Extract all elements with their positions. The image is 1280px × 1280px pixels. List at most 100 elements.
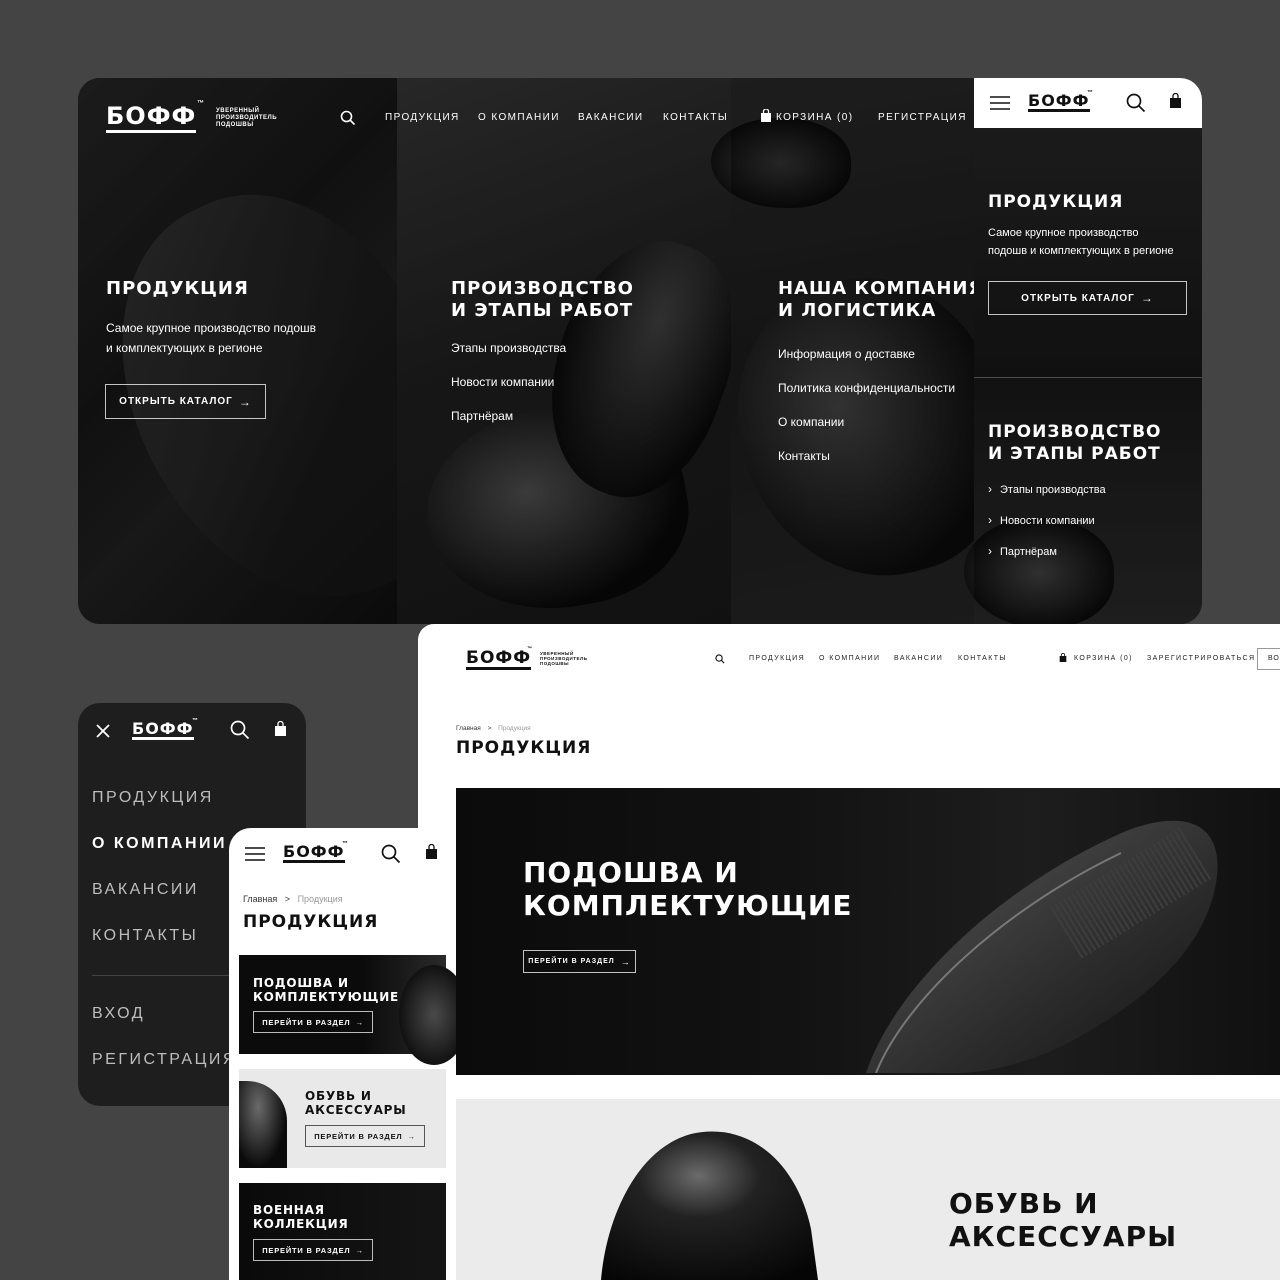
menu-item-about[interactable]: О компании (92, 835, 227, 853)
go-to-section-button[interactable]: Перейти в раздел → (253, 1239, 373, 1261)
sole-image (399, 965, 456, 1065)
link-partners[interactable]: › Партнёрам (988, 544, 1057, 558)
cart-icon[interactable] (760, 109, 772, 123)
banner-shoes[interactable]: Обувь и аксессуары (456, 1099, 1280, 1280)
cart-link[interactable]: Корзина (0) (776, 112, 853, 123)
card-soles-title: Подошва и комплектующие (253, 976, 400, 1004)
breadcrumb: Главная > Продукция (456, 725, 531, 732)
search-icon[interactable] (230, 720, 250, 740)
brand-tagline: Уверенный производитель подошвы (540, 651, 588, 666)
trademark: ™ (342, 841, 348, 847)
login-button[interactable]: Во (1257, 648, 1280, 670)
card-shoes[interactable]: Обувь и аксессуары Перейти в раздел → (239, 1069, 446, 1168)
breadcrumb-current: Продукция (297, 894, 343, 904)
trademark: ™ (192, 718, 198, 724)
hero-company-title: Наша компания и логистика (778, 278, 984, 321)
cart-icon[interactable] (1169, 93, 1182, 109)
card-military-title: Военная коллекция (253, 1203, 349, 1231)
menu-icon[interactable] (990, 96, 1010, 110)
link-partners[interactable]: Партнёрам (451, 409, 513, 423)
close-icon[interactable] (96, 724, 110, 738)
go-to-section-button[interactable]: Перейти в раздел → (253, 1011, 373, 1033)
menu-icon[interactable] (245, 847, 265, 861)
search-icon[interactable] (715, 654, 725, 664)
menu-item-register[interactable]: Регистрация (92, 1051, 237, 1069)
mobile-products-title: Продукция (988, 192, 1124, 212)
link-production-stages[interactable]: Этапы производства (451, 341, 566, 355)
link-contacts[interactable]: Контакты (778, 449, 830, 463)
arrow-right-icon: → (355, 1245, 364, 1255)
nav-about[interactable]: О компании (819, 655, 880, 662)
desktop-dark-hero: БОФФ ™ Уверенный производитель подошвы Про… (78, 78, 1202, 624)
go-to-section-button[interactable]: Перейти в раздел → (523, 950, 636, 973)
link-company-news[interactable]: › Новости компании (988, 513, 1095, 527)
cart-icon[interactable] (425, 844, 438, 860)
chevron-right-icon: › (988, 544, 992, 558)
sole-image (866, 820, 1218, 1073)
mobile-production-title: Производство и этапы работ (988, 422, 1162, 464)
search-icon[interactable] (381, 844, 401, 864)
brand-logo[interactable]: БОФФ (132, 721, 194, 740)
arrow-right-icon: → (407, 1131, 416, 1141)
search-icon[interactable] (1126, 93, 1146, 113)
arrow-right-icon: → (238, 394, 252, 409)
menu-item-contacts[interactable]: Контакты (92, 927, 198, 945)
mobile-dark-home: БОФФ ™ Продукция Самое крупное производс… (964, 78, 1202, 624)
search-icon[interactable] (340, 110, 356, 126)
menu-item-products[interactable]: Продукция (92, 789, 214, 807)
chevron-right-icon: › (988, 482, 992, 496)
nav-products[interactable]: Продукция (749, 655, 805, 662)
go-to-section-button[interactable]: Перейти в раздел → (305, 1125, 425, 1147)
arrow-right-icon: → (620, 956, 631, 967)
card-military[interactable]: Военная коллекция Перейти в раздел → (239, 1183, 446, 1280)
nav-contacts[interactable]: Контакты (958, 655, 1007, 662)
cart-icon[interactable] (274, 721, 287, 737)
banner-soles-title: Подошва и комплектующие (523, 856, 853, 922)
arrow-right-icon: → (355, 1017, 364, 1027)
open-catalog-button[interactable]: Открыть каталог → (105, 384, 266, 419)
mobile-header: БОФФ ™ (974, 78, 1202, 128)
menu-item-vacancies[interactable]: Вакансии (92, 881, 199, 899)
page-title: Продукция (243, 912, 379, 932)
page-title: Продукция (456, 738, 592, 758)
link-about[interactable]: О компании (778, 415, 844, 429)
trademark: ™ (1087, 90, 1093, 96)
cart-link[interactable]: Корзина (0) (1074, 655, 1133, 662)
register-link[interactable]: Регистрация (878, 112, 967, 123)
nav-contacts[interactable]: Контакты (663, 112, 728, 123)
menu-item-login[interactable]: Вход (92, 1005, 145, 1023)
link-delivery[interactable]: Информация о доставке (778, 347, 915, 361)
nav-vacancies[interactable]: Вакансии (578, 112, 644, 123)
breadcrumb-home[interactable]: Главная (243, 894, 277, 904)
card-shoes-title: Обувь и аксессуары (305, 1089, 407, 1117)
shoe-image (239, 1081, 287, 1168)
banner-shoes-title: Обувь и аксессуары (949, 1187, 1178, 1253)
breadcrumb-current: Продукция (498, 725, 531, 732)
mobile-products-desc: Самое крупное производство подошв и компл… (988, 227, 1174, 257)
hero-production-title: Производство и этапы работ (451, 278, 634, 321)
link-company-news[interactable]: Новости компании (451, 375, 554, 389)
arrow-right-icon: → (1140, 291, 1154, 305)
nav-vacancies[interactable]: Вакансии (894, 655, 943, 662)
link-production-stages[interactable]: › Этапы производства (988, 482, 1106, 496)
brand-logo[interactable]: БОФФ (466, 650, 532, 670)
breadcrumb: Главная > Продукция (243, 894, 343, 904)
brand-logo[interactable]: БОФФ (283, 844, 345, 863)
cart-icon[interactable] (1059, 653, 1067, 663)
card-soles[interactable]: Подошва и комплектующие Перейти в раздел → (239, 955, 456, 1065)
brand-logo[interactable]: БОФФ (106, 104, 197, 133)
hero-products-desc: Самое крупное производство подошв и компл… (106, 321, 317, 355)
shoe-image (601, 1131, 818, 1280)
hero-products-title: Продукция (106, 278, 249, 299)
mobile-white-products: БОФФ ™ Главная > Продукция Продукция Под… (229, 828, 456, 1280)
brand-logo[interactable]: БОФФ (1028, 93, 1090, 112)
link-privacy[interactable]: Политика конфиденциальности (778, 381, 955, 395)
nav-products[interactable]: Продукция (385, 112, 460, 123)
open-catalog-button[interactable]: Открыть каталог → (988, 281, 1187, 315)
chevron-right-icon: › (988, 513, 992, 527)
trademark: ™ (197, 100, 204, 107)
nav-about[interactable]: О компании (478, 112, 560, 123)
banner-soles[interactable]: Подошва и комплектующие Перейти в раздел → (456, 788, 1280, 1075)
breadcrumb-home[interactable]: Главная (456, 725, 481, 732)
register-link[interactable]: Зарегистрироваться (1147, 655, 1255, 662)
